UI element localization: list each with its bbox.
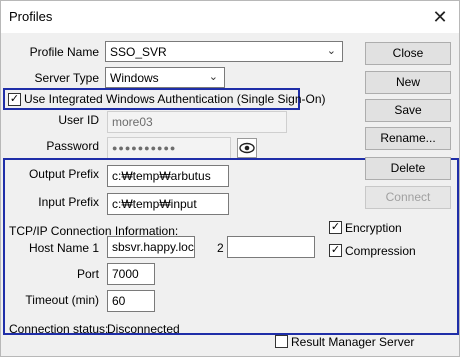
integrated-auth-label: Use Integrated Windows Authentication (S…: [24, 92, 326, 106]
profiles-dialog: Profiles ✕ Profile Name SSO_SVR ⌄ Server…: [0, 0, 460, 357]
server-type-label: Server Type: [34, 71, 99, 85]
output-prefix-field[interactable]: c:₩temp₩arbutus: [107, 165, 229, 187]
user-id-field[interactable]: more03: [107, 111, 287, 133]
host-name-2-field[interactable]: [227, 236, 315, 258]
host-name-1-field[interactable]: sbsvr.happy.local: [107, 236, 195, 258]
new-button[interactable]: New: [365, 71, 451, 94]
port-field[interactable]: 7000: [107, 263, 155, 285]
result-manager-checkbox[interactable]: [275, 335, 288, 348]
title-bar: Profiles ✕: [1, 1, 459, 33]
close-button[interactable]: Close: [365, 42, 451, 65]
compression-checkbox[interactable]: ✓: [329, 244, 342, 257]
chevron-down-icon: ⌄: [326, 45, 336, 57]
close-icon[interactable]: ✕: [429, 6, 451, 28]
profile-name-select[interactable]: SSO_SVR ⌄: [105, 41, 343, 62]
server-type-value: Windows: [110, 71, 159, 85]
host-name-1-label: Host Name 1: [28, 241, 99, 255]
encryption-label: Encryption: [345, 221, 402, 235]
port-label: Port: [76, 267, 99, 281]
user-id-label: User ID: [58, 113, 99, 127]
connect-button[interactable]: Connect: [365, 186, 451, 209]
input-prefix-field[interactable]: c:₩temp₩input: [107, 193, 229, 215]
profile-name-label: Profile Name: [29, 45, 99, 59]
profile-name-value: SSO_SVR: [110, 45, 167, 59]
rename-button[interactable]: Rename...: [365, 127, 451, 150]
server-type-select[interactable]: Windows ⌄: [105, 67, 225, 88]
integrated-auth-checkbox[interactable]: ✓: [8, 93, 21, 106]
window-title: Profiles: [9, 9, 53, 24]
chevron-down-icon: ⌄: [208, 71, 218, 83]
host-name-2-label: 2: [217, 241, 224, 255]
encryption-checkbox[interactable]: ✓: [329, 221, 342, 234]
connection-status-value: Disconnected: [107, 322, 180, 336]
result-manager-label: Result Manager Server: [291, 335, 415, 349]
timeout-field[interactable]: 60: [107, 290, 155, 312]
password-field[interactable]: ●●●●●●●●●●: [107, 137, 231, 159]
input-prefix-label: Input Prefix: [38, 195, 99, 209]
save-button[interactable]: Save: [365, 99, 451, 122]
compression-label: Compression: [345, 244, 416, 258]
timeout-label: Timeout (min): [25, 293, 99, 307]
output-prefix-label: Output Prefix: [28, 167, 99, 181]
connection-status-label: Connection status:: [9, 322, 109, 336]
delete-button[interactable]: Delete: [365, 157, 451, 180]
password-label: Password: [46, 139, 99, 153]
eye-icon[interactable]: [237, 138, 257, 158]
